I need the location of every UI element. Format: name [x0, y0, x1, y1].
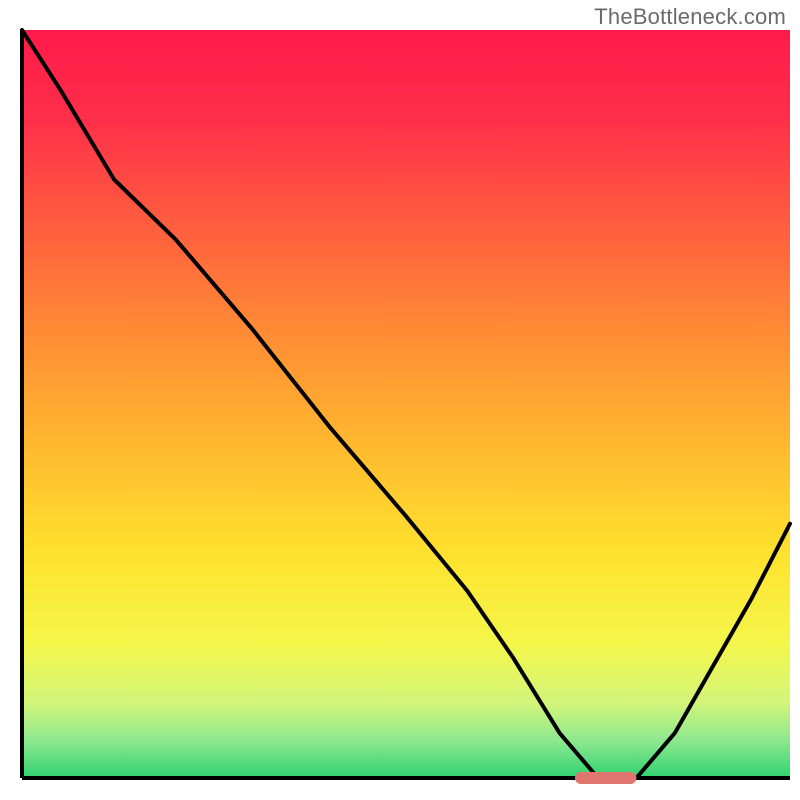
gradient-background: [22, 30, 790, 778]
bottleneck-chart: TheBottleneck.com: [0, 0, 800, 800]
optimal-marker: [575, 772, 636, 784]
watermark-text: TheBottleneck.com: [594, 4, 786, 30]
chart-canvas: [0, 0, 800, 800]
